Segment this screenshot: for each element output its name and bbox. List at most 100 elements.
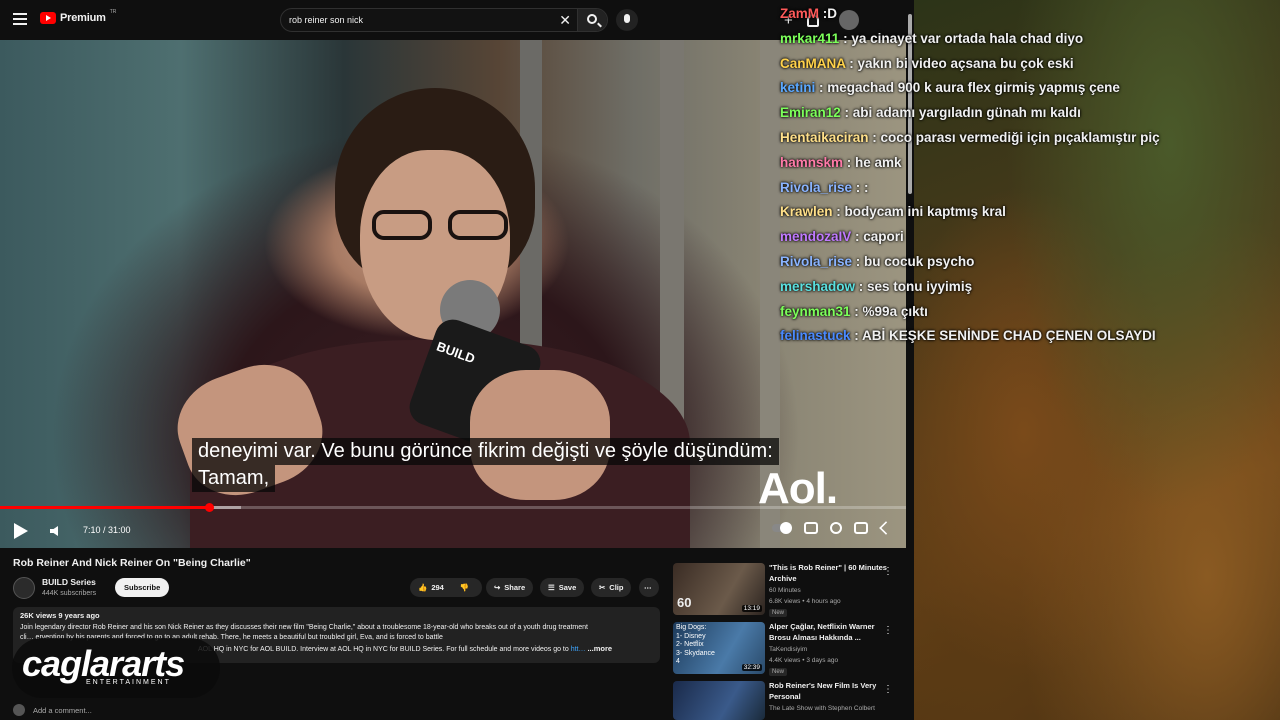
- chat-message: Hentaikaciran : coco parası vermediği iç…: [780, 130, 1280, 155]
- chat-text: he amk: [855, 154, 902, 170]
- close-icon[interactable]: ✕: [559, 12, 571, 29]
- kebab-icon[interactable]: ⋮: [883, 625, 893, 636]
- chat-text: megachad 900 k aura flex girmiş yapmış ç…: [827, 80, 1120, 96]
- chat-text: ses tonu iyyimiş: [867, 278, 973, 294]
- chat-username: Hentaikaciran: [780, 129, 869, 145]
- chat-separator: :: [839, 30, 852, 46]
- chat-separator: :: [832, 204, 845, 220]
- chat-username: Krawlen: [780, 204, 833, 220]
- related-video[interactable]: Big Dogs: 1- Disney 2- Netflix 3- Skydan…: [673, 622, 905, 678]
- related-video[interactable]: 60 13:19 "This is Rob Reiner" | 60 Minut…: [673, 563, 905, 619]
- more-actions-button[interactable]: ⋯: [639, 578, 659, 597]
- like-count: 294: [431, 583, 444, 592]
- description-link[interactable]: htt…: [571, 646, 586, 653]
- youtube-topbar: Premium TR rob reiner son nick ✕ +: [0, 0, 914, 40]
- autoplay-toggle[interactable]: [772, 522, 792, 534]
- chat-username: mrkar411: [780, 30, 840, 46]
- chat-message: mrkar411 : ya cinayet var ortada hala ch…: [780, 31, 1280, 56]
- comment-input[interactable]: Add a comment...: [33, 706, 92, 715]
- youtube-logo[interactable]: Premium TR: [40, 9, 116, 24]
- screen: Premium TR rob reiner son nick ✕ + BUILD…: [0, 0, 1280, 720]
- search-input[interactable]: rob reiner son nick: [289, 15, 363, 25]
- play-button[interactable]: [14, 523, 28, 539]
- share-button[interactable]: ↪ Share: [486, 578, 534, 597]
- related-video[interactable]: Rob Reiner's New Film Is Very Personal T…: [673, 681, 905, 720]
- chat-username: ZamM: [780, 6, 820, 21]
- chat-text: bodycam ini kaptmış kral: [844, 204, 1006, 220]
- channel-name[interactable]: BUILD Series: [42, 577, 96, 587]
- related-title[interactable]: "This is Rob Reiner" | 60 Minutes Archiv…: [769, 563, 887, 584]
- related-title[interactable]: Rob Reiner's New Film Is Very Personal: [769, 681, 887, 702]
- chat-message: felinastuck : ABİ KEŞKE SENİNDE CHAD ÇEN…: [780, 328, 1280, 353]
- video-thumbnail[interactable]: [673, 681, 765, 720]
- chat-username: felinastuck: [780, 328, 851, 344]
- volume-icon[interactable]: [50, 526, 58, 536]
- related-meta: 6.8K views • 4 hours ago: [769, 598, 841, 605]
- chat-message: mendozaIV : capori: [780, 229, 1280, 254]
- chat-text: coco parası vermediği için pıçaklamıştır…: [880, 129, 1160, 145]
- kebab-icon[interactable]: ⋮: [883, 566, 893, 577]
- video-thumbnail[interactable]: 60 13:19: [673, 563, 765, 615]
- thumbs-up-icon: 👍: [418, 583, 428, 592]
- clip-button[interactable]: ✂ Clip: [591, 578, 632, 597]
- related-meta: 4.4K views • 3 days ago: [769, 657, 839, 664]
- share-icon: ↪: [494, 583, 501, 592]
- chat-text: yakın bi video açsana bu çok eski: [857, 55, 1074, 71]
- chat-username: CanMANA: [780, 55, 846, 71]
- thumbs-down-icon[interactable]: 👎: [460, 583, 469, 592]
- chat-username: Emiran12: [780, 105, 841, 121]
- logo-text: Premium: [60, 12, 106, 24]
- like-button[interactable]: 👍 294 👎: [410, 578, 482, 597]
- more-icon: ⋯: [644, 583, 652, 592]
- thumbnail-text: 60: [677, 595, 692, 610]
- search-box[interactable]: rob reiner son nick ✕: [280, 8, 608, 32]
- youtube-play-icon: [40, 12, 56, 24]
- chat-text: :: [864, 179, 869, 195]
- related-title[interactable]: Alper Çağlar, Netflixin Warner Brosu Alm…: [769, 622, 887, 643]
- chat-message: CanMANA : yakın bi video açsana bu çok e…: [780, 56, 1280, 81]
- chat-text: abi adamı yargıladın günah mı kaldı: [852, 105, 1081, 121]
- related-channel[interactable]: TaKendisiyim: [769, 646, 807, 653]
- channel-avatar[interactable]: [13, 577, 35, 599]
- microphone-icon[interactable]: [616, 9, 638, 31]
- chat-message: ZamM :D: [780, 6, 1280, 31]
- comment-box[interactable]: Add a comment...: [13, 704, 92, 716]
- more-link[interactable]: ...more: [587, 644, 612, 653]
- video-thumbnail[interactable]: Big Dogs: 1- Disney 2- Netflix 3- Skydan…: [673, 622, 765, 674]
- chat-message: mershadow : ses tonu iyyimiş: [780, 279, 1280, 304]
- chat-separator: :: [852, 253, 865, 269]
- brand-subtitle: ENTERTAINMENT: [86, 679, 171, 686]
- captions-icon[interactable]: [804, 522, 818, 534]
- fullscreen-icon[interactable]: [879, 521, 893, 535]
- avatar: [13, 704, 25, 716]
- chat-separator: :: [852, 179, 865, 195]
- kebab-icon[interactable]: ⋮: [883, 684, 893, 695]
- theater-icon[interactable]: [854, 522, 868, 534]
- gear-icon[interactable]: [830, 522, 842, 534]
- related-channel[interactable]: 60 Minutes: [769, 587, 801, 594]
- subtitle-line: Tamam,: [192, 465, 276, 492]
- chat-text: %99a çıktı: [862, 303, 928, 319]
- chat-separator: :: [855, 278, 868, 294]
- chat-separator: :: [815, 80, 828, 96]
- clip-label: Clip: [609, 583, 624, 592]
- duration-badge: 32:39: [741, 664, 762, 671]
- video-player[interactable]: BUILD Aol. deneyimi var. Ve bunu görünce…: [0, 40, 906, 548]
- menu-icon[interactable]: [13, 13, 27, 25]
- progress-bar[interactable]: [0, 503, 906, 512]
- chat-username: mershadow: [780, 278, 856, 294]
- player-controls-right: [772, 521, 893, 535]
- subscribe-button[interactable]: Subscribe: [115, 578, 170, 597]
- chat-separator: :: [850, 303, 863, 319]
- subscriber-count: 444K subscribers: [42, 590, 97, 597]
- search-button[interactable]: [577, 9, 607, 31]
- save-button[interactable]: ☰ Save: [540, 578, 585, 597]
- search-icon: [587, 14, 597, 24]
- chat-message: Emiran12 : abi adamı yargıladın günah mı…: [780, 105, 1280, 130]
- chat-separator: :: [843, 154, 856, 170]
- chat-message: feynman31 : %99a çıktı: [780, 304, 1280, 329]
- related-channel[interactable]: The Late Show with Stephen Colbert: [769, 705, 875, 712]
- chat-separator: :: [840, 105, 853, 121]
- chat-separator: :: [868, 129, 881, 145]
- chat-separator: :: [845, 55, 858, 71]
